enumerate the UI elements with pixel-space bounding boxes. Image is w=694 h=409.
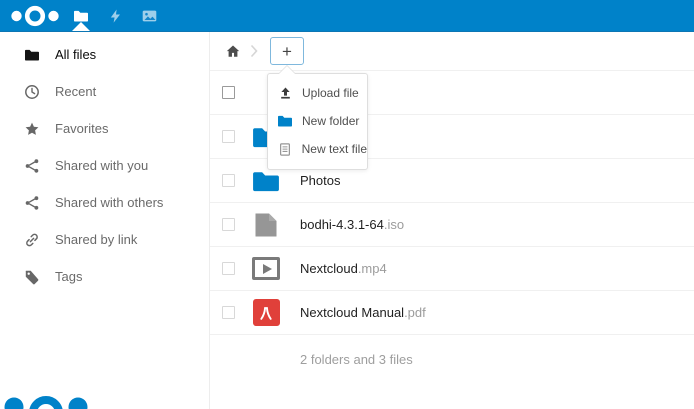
active-app-caret: [72, 22, 90, 31]
clock-icon: [24, 84, 40, 100]
file-count-summary: 2 folders and 3 files: [300, 352, 413, 367]
iso-file-icon: [250, 209, 282, 241]
link-icon: [24, 232, 40, 248]
file-name: bodhi-4.3.1-64: [300, 217, 384, 232]
nextcloud-logo-icon: [8, 4, 62, 28]
share-icon: [24, 158, 40, 174]
row-checkbox[interactable]: [222, 130, 235, 143]
app-activity-button[interactable]: [98, 0, 132, 32]
menu-item-label: New folder: [302, 114, 359, 128]
sidebar-item-shared-by-link[interactable]: Shared by link: [0, 221, 209, 258]
sidebar-item-label: All files: [55, 47, 96, 62]
nextcloud-logo-decoration: [2, 387, 97, 409]
upload-icon: [277, 85, 293, 101]
file-name: Photos: [300, 173, 340, 188]
file-list-summary-row: 2 folders and 3 files: [210, 335, 694, 383]
menu-item-label: New text file: [302, 142, 367, 156]
share-icon: [24, 195, 40, 211]
sidebar-item-all-files[interactable]: All files: [0, 36, 209, 73]
nextcloud-files-app: All files Recent Favorites Shared with y…: [0, 0, 694, 409]
pdf-file-icon: [250, 297, 282, 329]
gallery-picture-icon: [141, 8, 158, 24]
file-extension: .mp4: [358, 261, 387, 276]
menu-item-new-text-file[interactable]: New text file: [268, 135, 367, 163]
folder-icon: [24, 47, 40, 63]
sidebar-item-label: Shared with you: [55, 158, 148, 173]
row-checkbox[interactable]: [222, 218, 235, 231]
sidebar-item-favorites[interactable]: Favorites: [0, 110, 209, 147]
sidebar-item-shared-with-you[interactable]: Shared with you: [0, 147, 209, 184]
file-name: Nextcloud: [300, 261, 358, 276]
home-button[interactable]: [225, 44, 241, 59]
tag-icon: [24, 269, 40, 285]
row-checkbox[interactable]: [222, 306, 235, 319]
sidebar-item-recent[interactable]: Recent: [0, 73, 209, 110]
top-header-bar: [0, 0, 694, 32]
video-file-icon: [250, 253, 282, 285]
menu-item-upload-file[interactable]: Upload file: [268, 79, 367, 107]
sidebar-item-label: Shared with others: [55, 195, 163, 210]
sidebar-item-label: Favorites: [55, 121, 108, 136]
file-extension: .pdf: [404, 305, 426, 320]
row-checkbox[interactable]: [222, 262, 235, 275]
star-icon: [24, 121, 40, 137]
sidebar-item-tags[interactable]: Tags: [0, 258, 209, 295]
menu-item-new-folder[interactable]: New folder: [268, 107, 367, 135]
file-row-video[interactable]: Nextcloud.mp4: [210, 247, 694, 291]
chevron-right-icon: [250, 44, 258, 58]
folder-icon: [277, 113, 293, 129]
home-icon: [225, 44, 241, 59]
row-checkbox[interactable]: [222, 174, 235, 187]
file-row-pdf[interactable]: Nextcloud Manual.pdf: [210, 291, 694, 335]
new-file-menu: Upload file New folder New text file: [267, 73, 368, 170]
sidebar-item-label: Shared by link: [55, 232, 137, 247]
select-all-checkbox[interactable]: [222, 86, 235, 99]
nextcloud-logo[interactable]: [8, 0, 62, 32]
new-file-button[interactable]: +: [270, 37, 304, 65]
activity-lightning-icon: [108, 8, 123, 24]
sidebar-item-label: Recent: [55, 84, 96, 99]
app-gallery-button[interactable]: [132, 0, 166, 32]
sidebar-item-shared-with-others[interactable]: Shared with others: [0, 184, 209, 221]
file-name: Nextcloud Manual: [300, 305, 404, 320]
file-extension: .iso: [384, 217, 404, 232]
menu-item-label: Upload file: [302, 86, 359, 100]
sidebar-item-label: Tags: [55, 269, 82, 284]
text-file-icon: [277, 141, 293, 157]
files-content: + Photos: [210, 32, 694, 409]
files-sidebar: All files Recent Favorites Shared with y…: [0, 32, 210, 409]
file-row-iso[interactable]: bodhi-4.3.1-64.iso: [210, 203, 694, 247]
